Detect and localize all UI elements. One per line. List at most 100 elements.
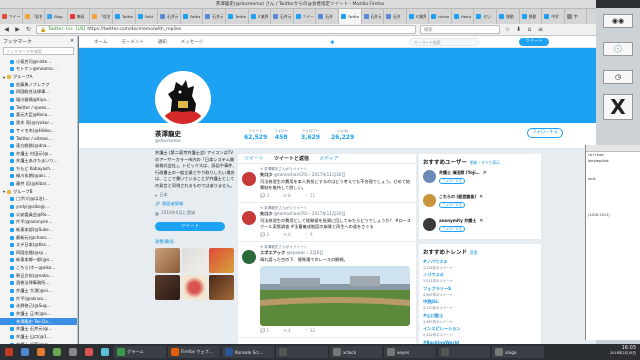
trend-item[interactable]: ノバウスキ 2,511件のツイート [423,272,537,283]
bookmark-item[interactable]: □ポ川(@は治)… [0,196,77,204]
browser-tab[interactable]: IT業界 [249,9,272,24]
browser-tab[interactable]: ツイート [294,9,317,24]
browser-tab[interactable]: 石井元 [158,9,181,24]
browser-tab[interactable]: 石井元 [271,9,294,24]
reply-icon[interactable]: 💬 3 [260,193,269,199]
bookmark-item[interactable]: 四国金融(@sy… [0,249,77,257]
bookmark-item[interactable]: 朝日文化(@naka… [0,272,77,280]
xclock2-icon[interactable]: ◷ [603,70,633,84]
browser-tab[interactable]: Home [452,9,475,24]
tweet[interactable]: ⟲ 茶澤龍史さんがリツイート 矢口少 @tomochanCRS・2017年11月3… [238,203,416,242]
nav-notifications[interactable]: 通知 [158,39,167,45]
twitter-search-input[interactable]: キーワード検索 [409,38,479,46]
sidebar-title[interactable]: ブックマーク [3,38,32,45]
dismiss-icon[interactable]: ✕ [479,194,483,214]
bookmark-item[interactable]: 片平(@aknoo… [0,295,77,303]
dismiss-icon[interactable]: ✕ [483,170,487,190]
bookmark-folder[interactable]: ▾ グループA [0,73,77,81]
photos-videos-link[interactable]: 画像/動画 [155,239,237,245]
stat-following[interactable]: フォロー 458 [274,129,288,141]
bookmark-item[interactable]: 最新元(@chanc… [0,234,77,242]
taskbar-launcher[interactable] [66,346,80,358]
xlogo-icon[interactable]: X [603,94,633,120]
browser-tab[interactable]: IT業界 [407,9,430,24]
menu-icon[interactable]: ≡ [537,26,544,33]
browser-tab[interactable]: Home [429,9,452,24]
nav-moments[interactable]: モーメント [121,39,143,45]
suggested-user[interactable]: 弁護士 清田照 (Yoji… フォローする ✕ [423,170,537,190]
xeyes-icon[interactable]: ◉◉ [603,14,633,28]
reload-icon[interactable]: ↻ [25,26,32,33]
bookmark-item[interactable]: スデ日本(@tiks… [0,241,77,249]
photo-thumbnail[interactable] [182,275,207,300]
trend-item[interactable]: インスピレーション 2,222件のツイート [423,326,537,337]
trend-item[interactable]: #ノバウスキ 1,234件のツイート [423,259,537,270]
bookmark-item[interactable]: 弁護士あきたまいり… [0,157,77,165]
browser-tab[interactable]: せい [474,9,498,24]
terminal-window[interactable]: ctrl+Ines lemdep/dok rent. (2016 2013) [585,145,640,340]
taskbar-task[interactable]: xeyes [384,346,436,358]
bookmark-item[interactable]: 茶澤龍史 Twi-Da… [0,317,77,326]
retweet-icon[interactable]: ⟲ 6 [283,232,291,238]
retweet-icon[interactable]: ⟲ 8 [283,193,291,199]
bookmark-folder[interactable]: ▾ グループB [0,188,77,196]
nav-home[interactable]: ホーム [94,39,107,45]
close-icon[interactable]: ✕ [70,39,74,44]
url-bar[interactable]: 🔒 Twitter, Inc. [US] https://twitter.com… [36,25,416,34]
bookmark-item[interactable]: 藤井 忍(@hibar… [0,180,77,188]
browser-tab[interactable]: 「仮名元 [90,9,113,24]
browser-tab[interactable]: 移動 [497,9,520,24]
taskbar-launcher[interactable] [2,346,16,358]
bookmark-item[interactable]: 弁護士 大濱(@oi… [0,287,77,295]
browser-tab[interactable]: 石井元 [362,9,385,24]
forward-icon[interactable]: ▶ [14,26,21,33]
taskbar-launcher[interactable] [82,346,96,358]
browser-search-field[interactable]: 検索 [420,25,500,34]
browser-tab[interactable]: 石井 [384,9,407,24]
expand-arrow-icon[interactable]: ▾ [3,189,5,194]
tweet-author[interactable]: 矢口少 [260,172,273,177]
bookmark-item[interactable]: Twitter / oitmec… [0,134,77,142]
tweet[interactable]: ⟲ 茶澤龍史さんがリツイート スポエアック @spoeac・2月8日 晴れ渡った空の… [238,242,416,338]
like-icon[interactable]: ♡ 12 [305,328,315,334]
bookmark-item[interactable]: ちもど Kobayash… [0,165,77,173]
tweet-button[interactable]: ツイート [519,38,549,46]
xclock-icon[interactable]: 🕓 [603,42,633,56]
expand-arrow-icon[interactable]: ▾ [3,75,5,80]
bookmark-item[interactable]: 悪元大臣@Kona… [0,111,77,119]
photo-thumbnail[interactable] [209,275,234,300]
bookmark-item[interactable]: 弁護士 正木(@a… [0,310,77,318]
tweet-avatar[interactable] [242,211,256,225]
tweet[interactable]: ⟲ 茶澤龍史さんがリツイート 矢口少 @tomochanCRS・2017年11月3… [238,164,416,203]
browser-tab[interactable]: 石井 [316,9,339,24]
bookmark-item[interactable]: 新東本郷一郎(@s… [0,257,77,265]
like-icon[interactable]: ♡ 9 [305,232,313,238]
browser-tab[interactable]: 石井元 [203,9,226,24]
suggested-user-name[interactable]: anonymity 弁護士 [439,218,476,224]
like-icon[interactable]: ♡ 11 [305,193,315,199]
follow-button[interactable]: フォローする [439,202,465,208]
suggested-user-avatar[interactable] [423,170,436,183]
bookmark-item[interactable]: 永野修己(@Sug… [0,303,77,311]
tab-tweets-replies[interactable]: ツイートと返信 [274,155,309,162]
suggested-user-avatar[interactable] [423,194,436,207]
profile-name[interactable]: 茶澤龍史 [155,128,237,138]
suggested-user[interactable]: これらの (経営論者) フォローする ✕ [423,194,537,214]
retweet-icon[interactable]: ⟲ 4 [283,328,291,334]
tweet-author[interactable]: スポエアック [260,250,285,255]
bookmark-item[interactable]: サイモ木(@Hideo… [0,127,77,135]
follow-button[interactable]: フォローする [527,128,563,138]
bookmark-item[interactable]: 佐藤勇ノブレナグ [0,81,77,89]
follow-button[interactable]: フォローする [439,178,465,184]
follow-button[interactable]: フォローする [439,226,465,232]
taskbar-clock[interactable]: 16:03 2018年2月18日 [610,345,636,356]
browser-tab[interactable]: 移動 [520,9,543,24]
who-to-follow-links[interactable]: 更新・すべて表示 [470,160,500,165]
bookmark-search-input[interactable]: ブックマークを検索 [3,47,74,55]
tweet-author[interactable]: 矢口少 [260,211,273,216]
bookmark-item[interactable]: 四国総合法律事… [0,89,77,97]
taskbar-launcher[interactable] [34,346,48,358]
browser-tab[interactable]: Twitter [113,9,136,24]
browser-tab[interactable]: Twitt [136,9,159,24]
photo-thumbnail[interactable] [155,248,180,273]
